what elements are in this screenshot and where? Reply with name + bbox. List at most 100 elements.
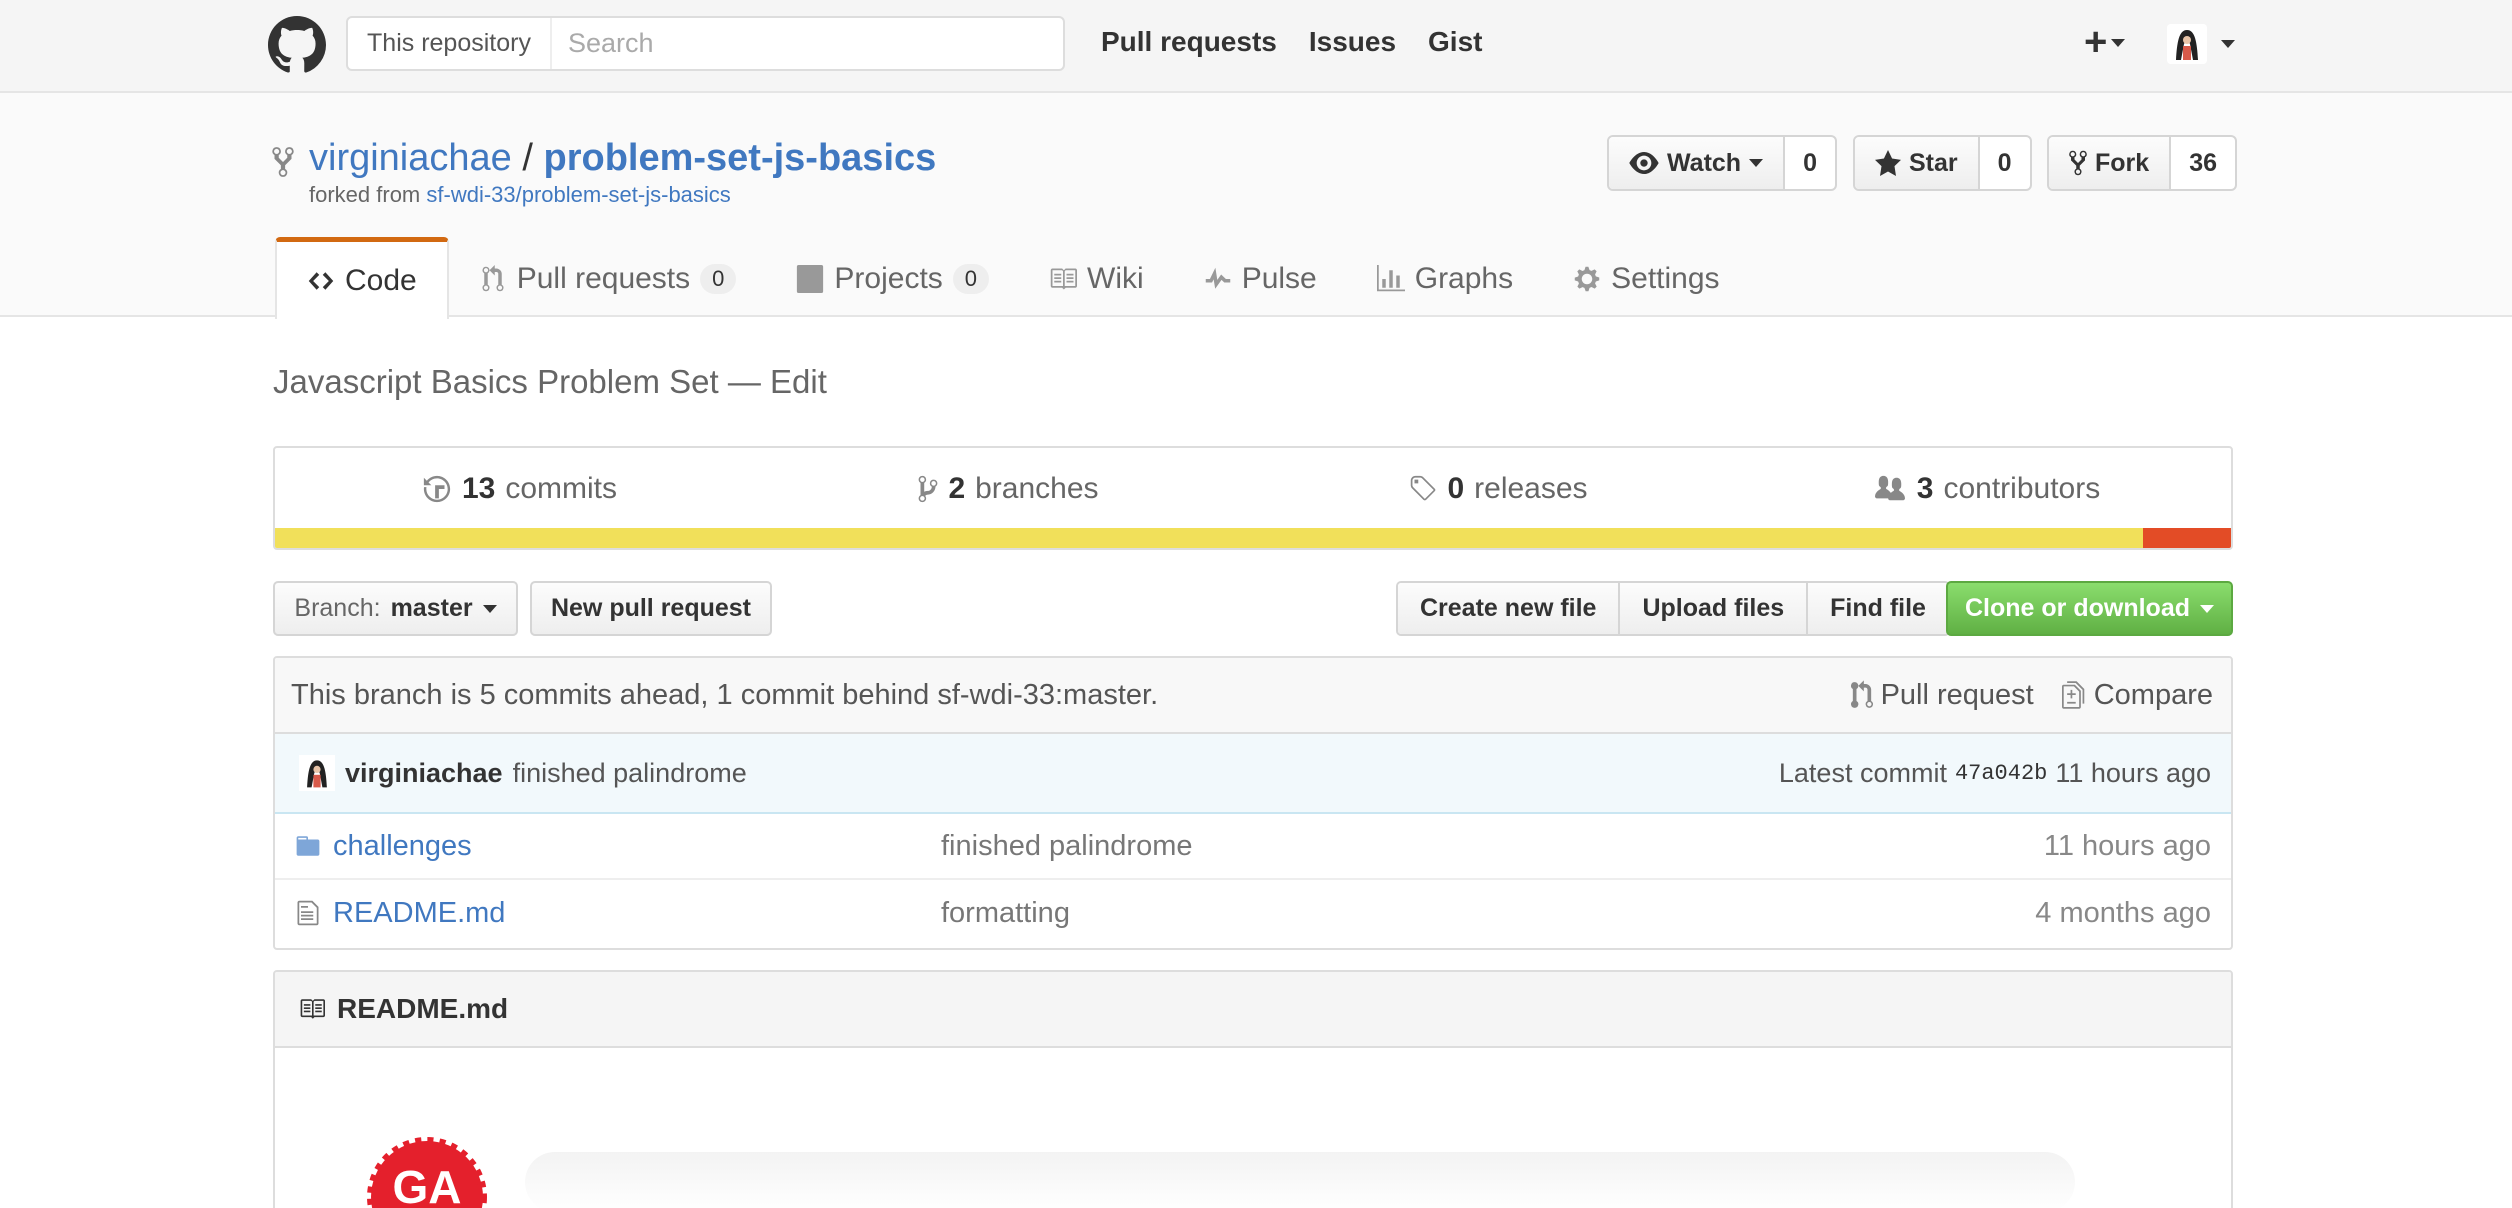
github-logo-icon[interactable] bbox=[268, 16, 326, 74]
upload-files-button[interactable]: Upload files bbox=[1620, 583, 1809, 634]
branch-status: This branch is 5 commits ahead, 1 commit… bbox=[275, 658, 2231, 734]
star-icon bbox=[1875, 150, 1901, 176]
contributors-label: contributors bbox=[1943, 472, 2101, 505]
releases-label: releases bbox=[1474, 472, 1588, 505]
language-bar-segment[interactable] bbox=[275, 528, 2143, 548]
header-nav-gist[interactable]: Gist bbox=[1428, 26, 1482, 58]
caret-down-icon bbox=[2200, 604, 2214, 613]
tab-wiki[interactable]: Wiki bbox=[1019, 239, 1174, 319]
new-pull-request-button[interactable]: New pull request bbox=[530, 581, 772, 636]
branch-select-button[interactable]: Branch: master bbox=[273, 581, 518, 636]
branch-compare-label: Compare bbox=[2093, 678, 2213, 711]
repo-title-separator: / bbox=[522, 137, 533, 179]
tab-graphs[interactable]: Graphs bbox=[1347, 239, 1543, 319]
folder-icon bbox=[296, 836, 320, 856]
commits-label: commits bbox=[505, 472, 618, 505]
star-count[interactable]: 0 bbox=[1980, 137, 2030, 189]
caret-down-icon bbox=[2111, 38, 2126, 47]
fork-icon bbox=[2069, 150, 2087, 176]
file-actions-group: Create new file Upload files Find file bbox=[1396, 581, 1950, 636]
tab-pulse[interactable]: Pulse bbox=[1174, 239, 1347, 319]
tab-code-label: Code bbox=[345, 263, 417, 297]
graph-icon bbox=[1376, 265, 1405, 292]
commit-author-avatar[interactable] bbox=[299, 755, 335, 791]
forked-from: forked from sf-wdi-33/problem-set-js-bas… bbox=[309, 182, 731, 208]
readme-panel: README.md GA bbox=[273, 970, 2233, 1208]
fork-button[interactable]: Fork bbox=[2049, 137, 2172, 189]
project-icon bbox=[797, 265, 824, 293]
tab-settings[interactable]: Settings bbox=[1543, 239, 1749, 319]
summary-releases[interactable]: 0 releases bbox=[1253, 472, 1742, 506]
star-button[interactable]: Star bbox=[1855, 137, 1980, 189]
header-nav: Pull requests Issues Gist bbox=[1101, 26, 1482, 58]
file-name-link[interactable]: README.md bbox=[333, 897, 505, 930]
search-input[interactable] bbox=[552, 18, 1063, 69]
file-commit-message[interactable]: formatting bbox=[941, 897, 2035, 930]
projects-counter: 0 bbox=[952, 264, 990, 294]
tab-code[interactable]: Code bbox=[275, 237, 449, 319]
eye-icon bbox=[1629, 152, 1659, 174]
latest-commit: virginiachae finished palindrome Latest … bbox=[275, 734, 2231, 814]
history-icon bbox=[423, 475, 451, 503]
organization-icon bbox=[1874, 475, 1905, 501]
commit-message[interactable]: finished palindrome bbox=[513, 758, 747, 789]
header-nav-issues[interactable]: Issues bbox=[1309, 26, 1396, 58]
commit-sha[interactable]: 47a042b bbox=[1955, 761, 2047, 786]
diff-icon bbox=[2061, 681, 2085, 709]
tab-pull-requests-label: Pull requests bbox=[516, 262, 691, 295]
tab-wiki-label: Wiki bbox=[1087, 262, 1144, 295]
repo-forked-icon bbox=[272, 147, 294, 177]
language-bar-segment[interactable] bbox=[2142, 528, 2231, 548]
repo-owner-link[interactable]: virginiachae bbox=[309, 137, 512, 179]
tab-pulse-label: Pulse bbox=[1241, 262, 1317, 295]
forked-from-link[interactable]: sf-wdi-33/problem-set-js-basics bbox=[426, 182, 730, 207]
commit-author[interactable]: virginiachae bbox=[345, 758, 503, 789]
repo-title: virginiachae / problem-set-js-basics bbox=[309, 137, 936, 180]
branch-compare-link[interactable]: Compare bbox=[2061, 678, 2213, 712]
general-assembly-logo-icon: GA bbox=[367, 1137, 487, 1208]
clone-label: Clone or download bbox=[1965, 594, 2190, 622]
find-file-button[interactable]: Find file bbox=[1808, 583, 1948, 634]
caret-down-icon bbox=[2221, 40, 2235, 48]
star-button-group: Star 0 bbox=[1853, 135, 2032, 191]
readme-header: README.md bbox=[275, 972, 2231, 1048]
file-list: This branch is 5 commits ahead, 1 commit… bbox=[273, 656, 2233, 950]
summary-commits[interactable]: 13 commits bbox=[275, 472, 764, 506]
clone-or-download-button[interactable]: Clone or download bbox=[1946, 581, 2233, 636]
language-bar[interactable] bbox=[275, 528, 2231, 548]
create-new-file-button[interactable]: Create new file bbox=[1398, 583, 1621, 634]
gear-icon bbox=[1574, 266, 1600, 292]
branches-label: branches bbox=[975, 472, 1099, 505]
site-header: This repository Pull requests Issues Gis… bbox=[0, 0, 2512, 93]
tab-projects[interactable]: Projects 0 bbox=[766, 239, 1019, 319]
summary-branches[interactable]: 2 branches bbox=[764, 472, 1253, 506]
branches-count: 2 bbox=[948, 472, 966, 505]
branch-pull-request-link[interactable]: Pull request bbox=[1850, 678, 2034, 712]
branch-status-text: This branch is 5 commits ahead, 1 commit… bbox=[291, 678, 1159, 711]
caret-down-icon bbox=[1749, 159, 1764, 167]
commit-age: 11 hours ago bbox=[2055, 757, 2211, 788]
book-icon bbox=[300, 999, 325, 1019]
summary-contributors[interactable]: 3 contributors bbox=[1742, 472, 2231, 506]
tab-projects-label: Projects bbox=[834, 262, 943, 295]
repo-pagehead: virginiachae / problem-set-js-basics for… bbox=[0, 93, 2512, 319]
header-nav-pull-requests[interactable]: Pull requests bbox=[1101, 26, 1277, 58]
user-menu-dropdown[interactable] bbox=[2167, 24, 2235, 64]
code-icon bbox=[308, 271, 334, 290]
git-pull-request-icon bbox=[482, 265, 504, 292]
watch-count[interactable]: 0 bbox=[1785, 137, 1835, 189]
fork-count[interactable]: 36 bbox=[2171, 137, 2235, 189]
readme-title: README.md bbox=[337, 993, 509, 1024]
file-name-link[interactable]: challenges bbox=[333, 830, 472, 863]
file-commit-message[interactable]: finished palindrome bbox=[941, 830, 2044, 863]
repo-summary: 13 commits 2 branches 0 releases 3 contr… bbox=[273, 446, 2233, 550]
file-age: 11 hours ago bbox=[2043, 829, 2211, 862]
create-new-dropdown[interactable]: + bbox=[2084, 20, 2126, 65]
caret-down-icon bbox=[482, 604, 497, 613]
tab-pull-requests[interactable]: Pull requests 0 bbox=[449, 239, 767, 319]
latest-commit-label: Latest commit bbox=[1778, 757, 1947, 788]
branch-pull-request-label: Pull request bbox=[1880, 678, 2034, 711]
watch-button[interactable]: Watch bbox=[1609, 137, 1786, 189]
repo-name-link[interactable]: problem-set-js-basics bbox=[543, 137, 936, 179]
fork-button-group: Fork 36 bbox=[2047, 135, 2237, 191]
